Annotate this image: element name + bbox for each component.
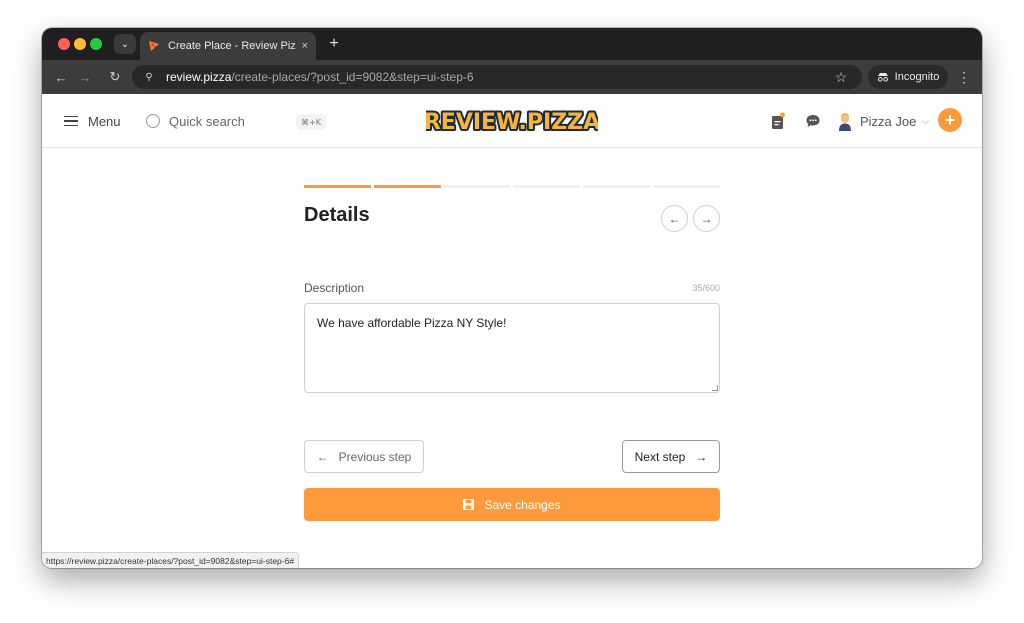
next-step-arrow-button[interactable]: → xyxy=(693,205,720,232)
quick-search-button[interactable]: Quick search xyxy=(146,111,245,131)
avatar xyxy=(839,113,851,131)
prev-step-arrow-button[interactable]: ← xyxy=(661,205,688,232)
save-changes-button[interactable]: Save changes xyxy=(304,488,720,521)
chevron-down-icon: ⌵ xyxy=(922,115,930,126)
search-icon xyxy=(146,114,160,128)
search-shortcut-hint: ⌘+K xyxy=(296,114,326,130)
next-step-button[interactable]: Next step → xyxy=(622,440,720,473)
close-window-button[interactable] xyxy=(58,38,70,50)
save-icon xyxy=(463,499,475,510)
add-place-button[interactable]: + xyxy=(938,108,962,132)
quick-search-label: Quick search xyxy=(169,113,245,129)
arrow-right-icon: → xyxy=(700,211,713,226)
browser-window: ⌄ Create Place - Review Pizza × + ← → ↻ … xyxy=(42,28,982,568)
star-icon: ☆ xyxy=(834,68,848,85)
textarea-resize-handle[interactable] xyxy=(712,385,718,391)
notifications-button[interactable] xyxy=(769,111,787,131)
site-info-button[interactable]: ⚲ xyxy=(140,68,158,86)
tab-search-button[interactable]: ⌄ xyxy=(114,34,136,54)
description-label: Description xyxy=(304,281,365,295)
progress-segment xyxy=(583,185,651,188)
svg-text:REVIEW.PIZZA: REVIEW.PIZZA xyxy=(426,110,598,135)
address-bar[interactable]: ⚲ review.pizza/create-places/?post_id=90… xyxy=(132,65,862,89)
chat-icon xyxy=(806,115,820,127)
progress-segment xyxy=(373,185,441,188)
browser-tab[interactable]: Create Place - Review Pizza × xyxy=(140,32,316,60)
status-bar-url: https://review.pizza/create-places/?post… xyxy=(42,552,300,568)
site-header: Menu Quick search ⌘+K REVIEW.PIZZA REVIE… xyxy=(42,94,982,148)
arrow-left-icon: ← xyxy=(54,69,68,85)
maximize-window-button[interactable] xyxy=(90,38,102,50)
menu-button[interactable]: Menu xyxy=(64,111,121,131)
description-textarea[interactable]: We have affordable Pizza NY Style! xyxy=(304,303,720,393)
forward-button[interactable]: → xyxy=(76,68,94,86)
tab-title: Create Place - Review Pizza xyxy=(168,40,296,52)
more-vertical-icon: ⋮ xyxy=(957,68,971,85)
pizza-favicon-icon xyxy=(149,41,159,51)
page-content: Menu Quick search ⌘+K REVIEW.PIZZA REVIE… xyxy=(42,94,982,568)
progress-segment xyxy=(304,185,371,188)
tab-close-button[interactable]: × xyxy=(302,40,308,52)
arrow-right-icon: → xyxy=(78,69,92,85)
reload-icon: ↻ xyxy=(109,69,121,84)
notification-icon xyxy=(772,112,785,129)
back-button[interactable]: ← xyxy=(52,68,70,86)
arrow-left-icon: ← xyxy=(668,211,681,226)
progress-segment xyxy=(513,185,581,188)
incognito-label: Incognito xyxy=(894,71,940,83)
url-host: review.pizza xyxy=(166,70,232,84)
incognito-icon xyxy=(877,73,888,82)
browser-toolbar: ← → ↻ ⚲ review.pizza/create-places/?post… xyxy=(42,60,982,94)
menu-icon xyxy=(64,115,78,127)
chevron-down-icon: ⌄ xyxy=(120,38,130,50)
progress-segment xyxy=(653,185,720,188)
menu-label: Menu xyxy=(88,113,121,129)
next-step-label: Next step xyxy=(634,449,686,464)
tune-icon: ⚲ xyxy=(145,71,153,83)
url-path: /create-places/?post_id=9082&step=ui-ste… xyxy=(231,70,474,84)
previous-step-button[interactable]: ← Previous step xyxy=(304,440,424,473)
site-logo[interactable]: REVIEW.PIZZA REVIEW.PIZZA xyxy=(426,105,598,137)
incognito-badge[interactable]: Incognito xyxy=(868,65,948,89)
url-text: review.pizza/create-places/?post_id=9082… xyxy=(166,70,474,84)
user-name: Pizza Joe xyxy=(860,113,917,129)
arrow-left-icon: ← xyxy=(316,449,329,464)
minimize-window-button[interactable] xyxy=(74,38,86,50)
reload-button[interactable]: ↻ xyxy=(106,68,124,86)
new-tab-button[interactable]: + xyxy=(324,34,344,54)
tab-strip: ⌄ Create Place - Review Pizza × + xyxy=(42,28,982,60)
page-title: Details xyxy=(304,204,370,226)
save-changes-label: Save changes xyxy=(484,497,561,512)
previous-step-label: Previous step xyxy=(338,449,412,464)
bookmark-button[interactable]: ☆ xyxy=(832,68,850,86)
character-counter: 35/600 xyxy=(692,283,720,293)
progress-segment xyxy=(443,185,511,188)
step-progress xyxy=(304,185,720,188)
arrow-right-icon: → xyxy=(695,449,708,464)
user-menu-button[interactable]: Pizza Joe ⌵ xyxy=(836,110,929,132)
browser-menu-button[interactable]: ⋮ xyxy=(956,68,972,86)
messages-button[interactable] xyxy=(804,111,822,131)
